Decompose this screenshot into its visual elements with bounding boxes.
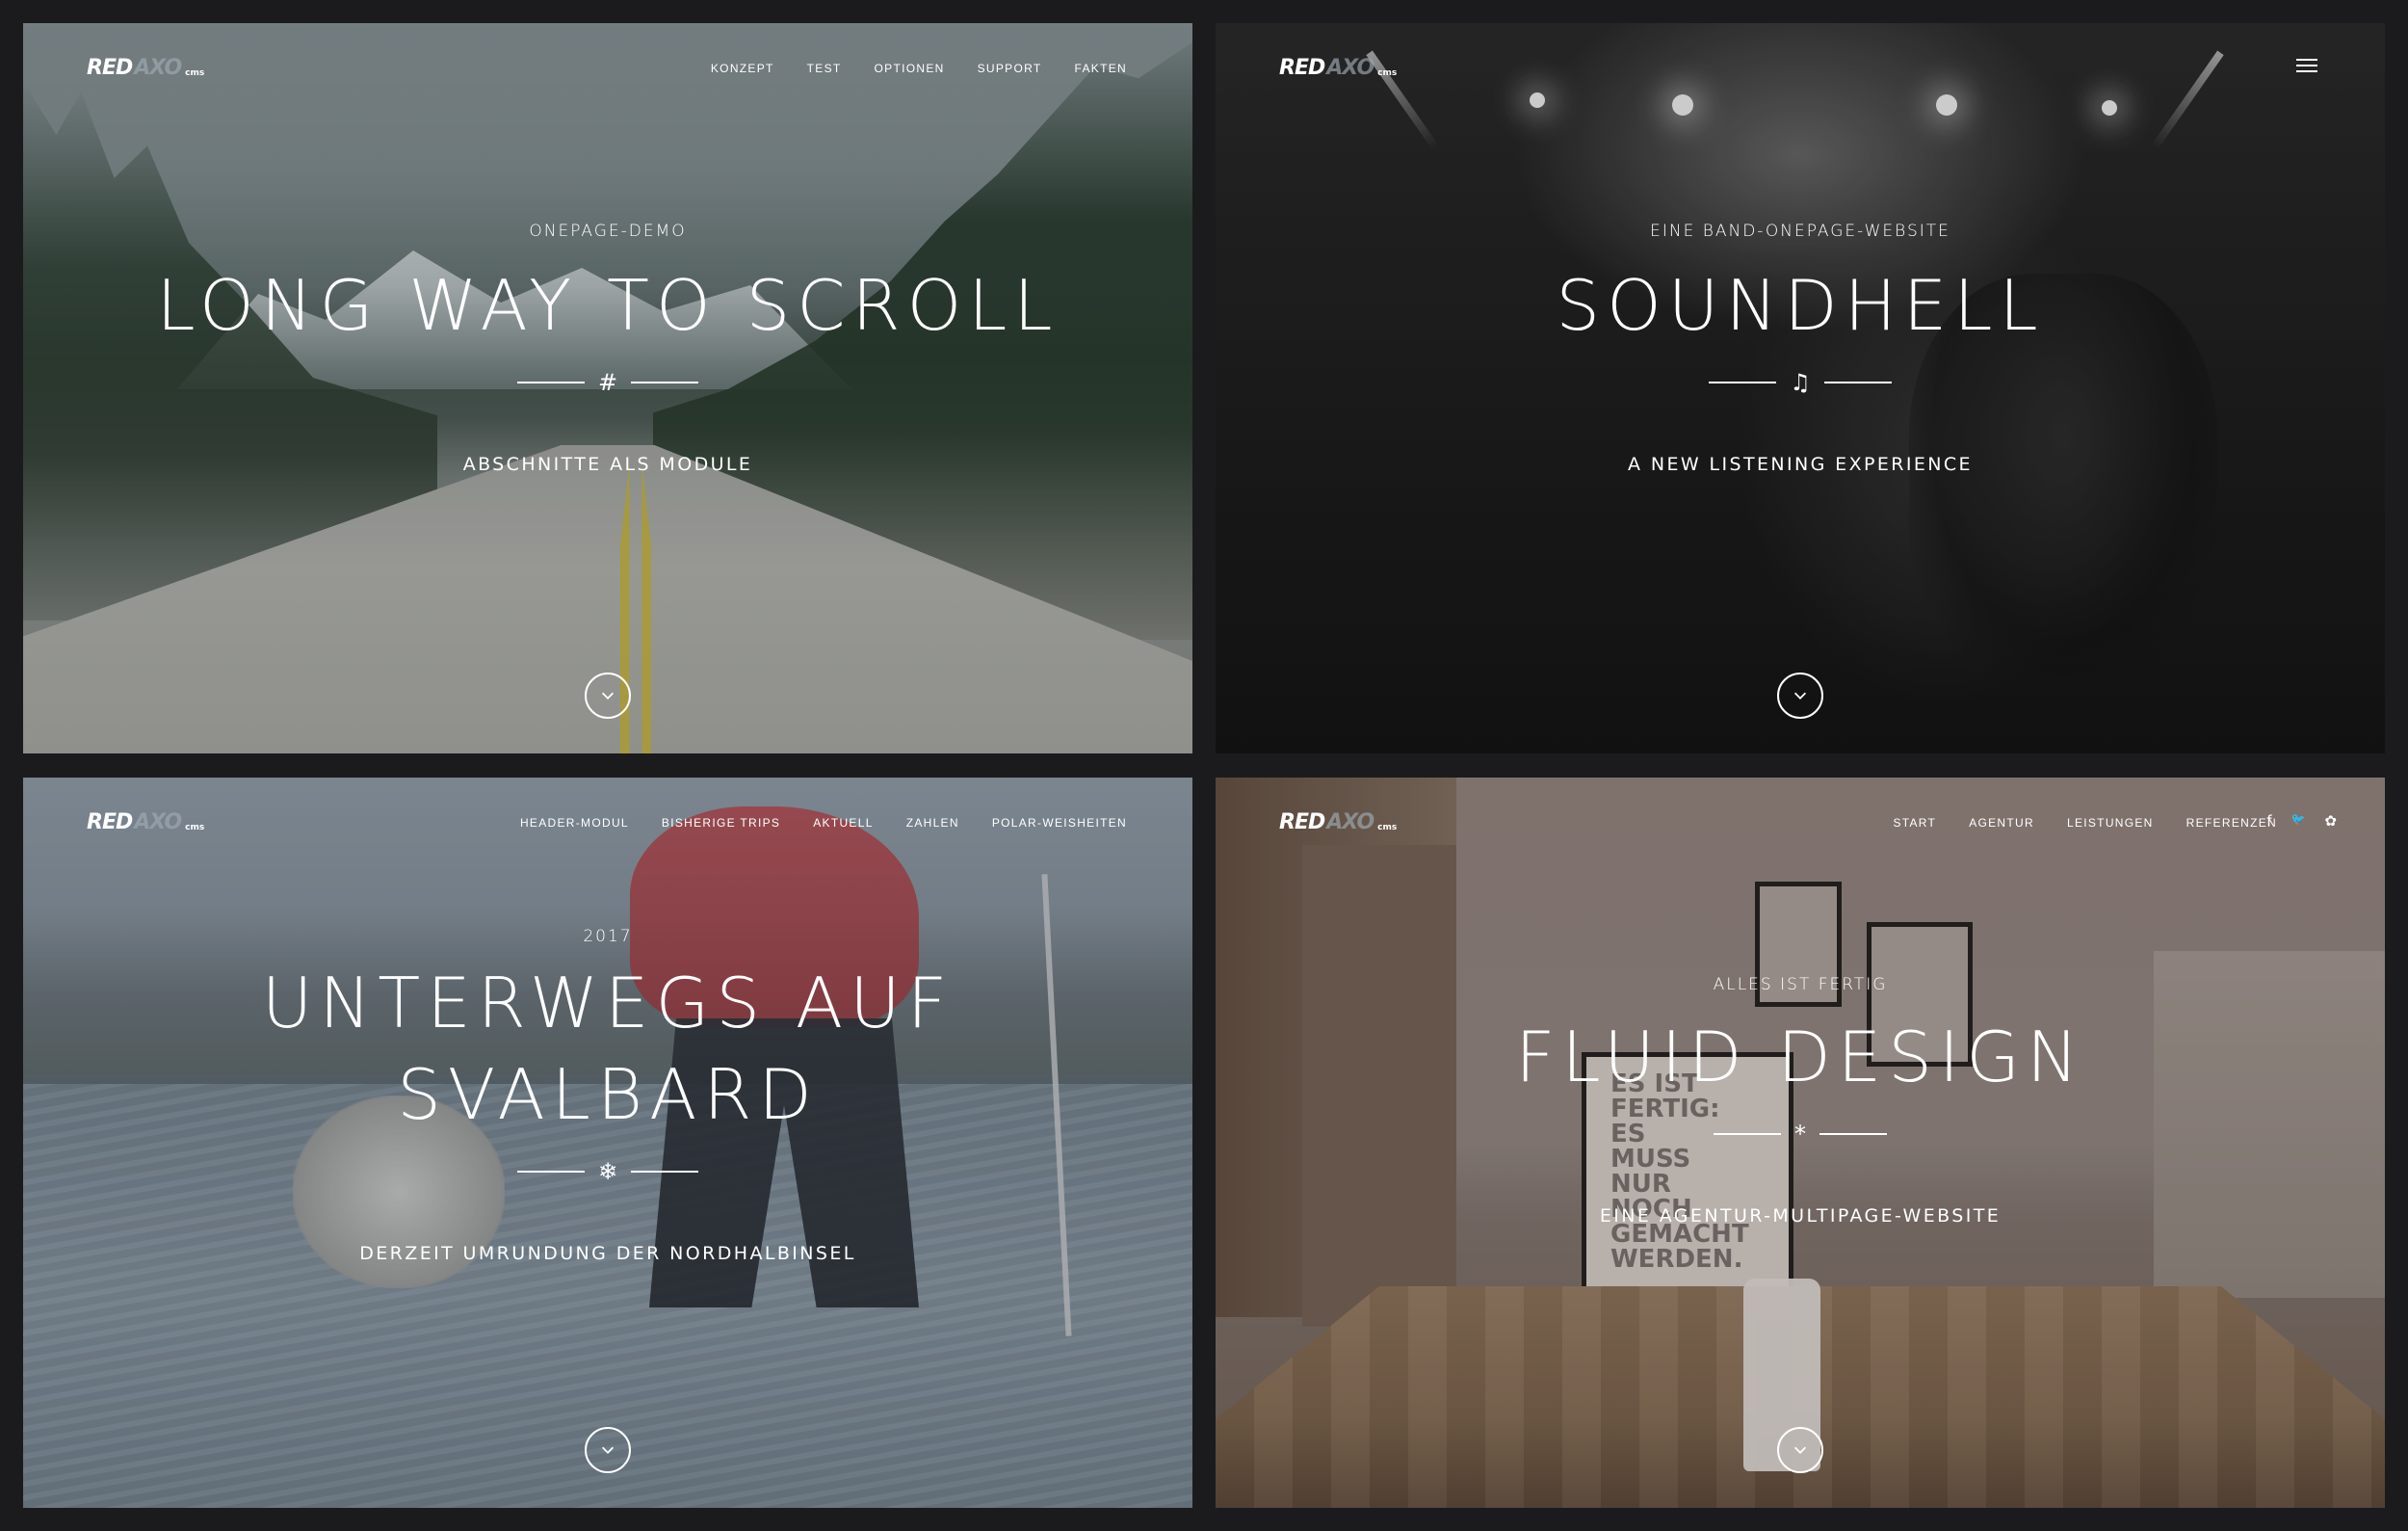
divider-line-right: [1823, 382, 1892, 383]
hamburger-menu-icon[interactable]: [2296, 59, 2317, 76]
logo-axo: AXO: [134, 56, 182, 80]
divider-line-left: [1714, 1133, 1781, 1135]
logo-cms: cms: [1377, 823, 1398, 832]
chevron-down-icon: [601, 1446, 615, 1454]
logo-red: RED: [87, 810, 133, 834]
main-nav: KONZEPT TEST OPTIONEN SUPPORT FAKTEN: [711, 62, 1127, 75]
nav-item-polar-weisheiten[interactable]: POLAR-WEISHEITEN: [992, 816, 1127, 830]
hero: EINE BAND-ONEPAGE-WEBSITE SOUNDHELL ♫ A …: [1216, 222, 2385, 475]
hero-headline: LONG WAY TO SCROLL: [23, 260, 1192, 352]
social-links: f 🐦 ✿: [2266, 812, 2337, 830]
chevron-down-icon: [601, 692, 615, 700]
asterisk-icon: *: [1794, 1121, 1806, 1148]
divider-line-left: [516, 382, 585, 383]
nav-item-test[interactable]: TEST: [807, 62, 842, 75]
hero-divider: *: [1216, 1122, 2385, 1146]
divider-line-right: [631, 382, 699, 383]
logo-axo: AXO: [1326, 810, 1374, 834]
hero-headline: UNTERWEGS AUF SVALBARD: [23, 958, 1192, 1141]
logo-red: RED: [1279, 56, 1325, 80]
logo-cms: cms: [1377, 68, 1398, 78]
hero: ALLES IST FERTIG FLUID DESIGN * EINE AGE…: [1216, 975, 2385, 1227]
panel-fluid-design[interactable]: ES IST FERTIG: ES MUSS NUR NOCH GEMACHT …: [1216, 778, 2385, 1508]
redaxo-logo[interactable]: RED AXO cms: [1279, 56, 1397, 80]
main-nav: HEADER-MODUL BISHERIGE TRIPS AKTUELL ZAH…: [520, 816, 1127, 830]
nav-item-start[interactable]: START: [1893, 816, 1936, 830]
divider-line-left: [516, 1171, 585, 1173]
nav-item-support[interactable]: SUPPORT: [978, 62, 1042, 75]
nav-item-leistungen[interactable]: LEISTUNGEN: [2067, 816, 2154, 830]
menu-bar: [2296, 59, 2317, 61]
logo-axo: AXO: [134, 810, 182, 834]
hero-eyebrow: 2017: [583, 927, 633, 946]
menu-bar: [2296, 65, 2317, 66]
divider-line-right: [1819, 1133, 1887, 1135]
hero-tagline: DERZEIT UMRUNDUNG DER NORDHALBINSEL: [359, 1243, 856, 1264]
hero: 2017 UNTERWEGS AUF SVALBARD ❄ DERZEIT UM…: [23, 927, 1192, 1264]
music-note-icon: ♫: [1790, 369, 1811, 396]
nav-item-optionen[interactable]: OPTIONEN: [875, 62, 945, 75]
hero-divider: ❄: [23, 1160, 1192, 1183]
scroll-down-button[interactable]: [1777, 1427, 1823, 1473]
snowflake-icon: ❄: [597, 1158, 618, 1185]
redaxo-logo[interactable]: RED AXO cms: [87, 810, 204, 834]
scroll-down-button[interactable]: [585, 1427, 631, 1473]
nav-item-bisherige-trips[interactable]: BISHERIGE TRIPS: [662, 816, 780, 830]
logo-axo: AXO: [1326, 56, 1374, 80]
logo-red: RED: [1279, 810, 1325, 834]
menu-bar: [2296, 70, 2317, 72]
nav-item-agentur[interactable]: AGENTUR: [1969, 816, 2034, 830]
hero-divider: ♫: [1216, 371, 2385, 394]
hero-tagline: A NEW LISTENING EXPERIENCE: [1628, 454, 1973, 475]
hero-headline: FLUID DESIGN: [1216, 1012, 2385, 1103]
main-nav: START AGENTUR LEISTUNGEN REFERENZEN: [1893, 816, 2277, 830]
scroll-down-button[interactable]: [1777, 673, 1823, 719]
redaxo-logo[interactable]: RED AXO cms: [87, 56, 204, 80]
headline-line: UNTERWEGS AUF: [261, 963, 955, 1043]
headline-line: FLUID DESIGN: [1515, 1016, 2085, 1097]
nav-item-fakten[interactable]: FAKTEN: [1075, 62, 1127, 75]
hero-divider: #: [23, 371, 1192, 394]
hero-eyebrow: ONEPAGE-DEMO: [529, 222, 687, 241]
panel-svalbard[interactable]: RED AXO cms HEADER-MODUL BISHERIGE TRIPS A…: [23, 778, 1192, 1508]
headline-line: SOUNDHELL: [1556, 265, 2045, 346]
divider-line-right: [631, 1171, 699, 1173]
headline-line: SVALBARD: [397, 1054, 819, 1135]
chevron-down-icon: [1793, 692, 1807, 700]
nav-item-referenzen[interactable]: REFERENZEN: [2186, 816, 2277, 830]
nav-item-aktuell[interactable]: AKTUELL: [813, 816, 873, 830]
hero-tagline: EINE AGENTUR-MULTIPAGE-WEBSITE: [1599, 1205, 2002, 1227]
facebook-icon[interactable]: f: [2266, 812, 2271, 830]
logo-cms: cms: [185, 68, 205, 78]
headline-line: LONG WAY TO SCROLL: [156, 265, 1060, 346]
panel-soundhell[interactable]: RED AXO cms EINE BAND-ONEPAGE-WEBSITE SOUN…: [1216, 23, 2385, 753]
twitter-icon[interactable]: 🐦: [2290, 812, 2305, 830]
nav-item-zahlen[interactable]: ZAHLEN: [906, 816, 959, 830]
logo-red: RED: [87, 56, 133, 80]
hero-headline: SOUNDHELL: [1216, 260, 2385, 352]
divider-line-left: [1709, 382, 1777, 383]
demo-grid: RED AXO cms KONZEPT TEST OPTIONEN SUPPORT …: [0, 0, 2408, 1531]
hero-eyebrow: EINE BAND-ONEPAGE-WEBSITE: [1650, 222, 1950, 241]
hero: ONEPAGE-DEMO LONG WAY TO SCROLL # ABSCHN…: [23, 222, 1192, 475]
logo-cms: cms: [185, 823, 205, 832]
hero-tagline: ABSCHNITTE ALS MODULE: [462, 454, 753, 475]
redaxo-logo[interactable]: RED AXO cms: [1279, 810, 1397, 834]
flower-icon[interactable]: ✿: [2324, 812, 2337, 830]
scroll-down-button[interactable]: [585, 673, 631, 719]
chevron-down-icon: [1793, 1446, 1807, 1454]
nav-item-header-modul[interactable]: HEADER-MODUL: [520, 816, 629, 830]
hero-eyebrow: ALLES IST FERTIG: [1713, 975, 1888, 994]
panel-onepage-demo[interactable]: RED AXO cms KONZEPT TEST OPTIONEN SUPPORT …: [23, 23, 1192, 753]
hash-icon: #: [597, 369, 618, 396]
nav-item-konzept[interactable]: KONZEPT: [711, 62, 774, 75]
